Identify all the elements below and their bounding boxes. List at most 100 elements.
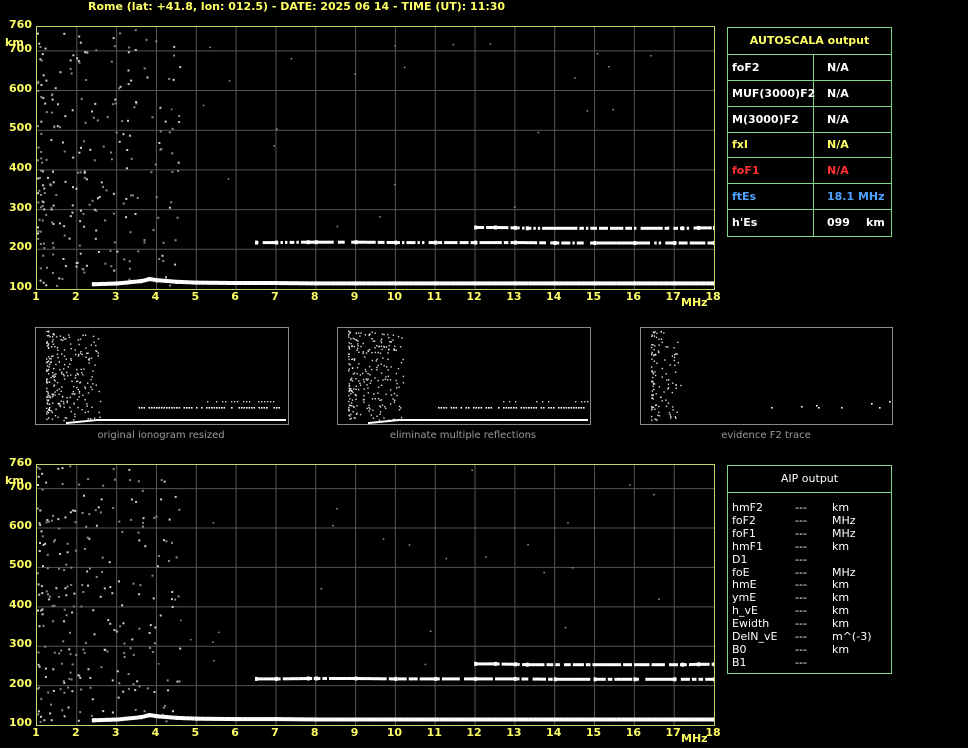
thumb-point [366, 384, 368, 386]
trace-point [191, 716, 195, 721]
x-tick-label: 14 [546, 726, 562, 739]
thumb-trace [273, 401, 275, 403]
thumb-point [55, 363, 57, 366]
noise-point [39, 242, 42, 245]
noise-point [571, 567, 574, 569]
thumb-trace [170, 419, 172, 421]
trace-point [517, 241, 520, 245]
trace-point [669, 241, 673, 245]
trace-point [253, 717, 257, 722]
trace-point [691, 281, 695, 286]
noise-point [57, 518, 60, 521]
noise-point [80, 97, 83, 100]
trace-point [306, 281, 310, 286]
thumb-trace [156, 407, 158, 409]
trace-point [689, 281, 693, 286]
thumb-point [377, 392, 379, 394]
trace-point [647, 677, 650, 681]
noise-point [71, 611, 74, 614]
trace-point [641, 717, 644, 722]
thumb-trace [370, 421, 372, 424]
trace-point [702, 662, 705, 666]
data-point [525, 226, 529, 231]
thumb-trace [166, 407, 168, 409]
trace-point [289, 717, 292, 722]
thumb-trace [74, 421, 76, 424]
noise-point [608, 66, 610, 68]
trace-point [202, 716, 206, 721]
thumb-trace [100, 419, 102, 421]
data-point [91, 718, 95, 723]
trace-point [665, 241, 668, 245]
thumb-point [652, 373, 655, 375]
trace-point [525, 677, 529, 681]
trace-point [501, 717, 504, 722]
data-point [494, 661, 497, 666]
trace-point [417, 241, 420, 245]
trace-point [640, 226, 643, 230]
data-point [673, 717, 677, 722]
noise-point [137, 480, 140, 483]
trace-point [331, 281, 334, 286]
thumb-trace [408, 419, 410, 421]
thumb-trace [484, 419, 486, 421]
thumb-trace [582, 419, 584, 421]
trace-point [382, 281, 385, 286]
trace-point [384, 677, 387, 681]
thumb-point [66, 371, 68, 374]
y-tick-label: 400 [9, 597, 32, 611]
trace-point [542, 226, 545, 230]
noise-point [50, 139, 53, 142]
noise-point [57, 103, 59, 106]
noise-point [39, 230, 42, 233]
thumb-point [348, 406, 350, 409]
trace-point [638, 717, 642, 722]
data-point [235, 281, 239, 285]
trace-point [581, 226, 584, 230]
noise-point [163, 480, 166, 483]
thumb-point [395, 349, 397, 352]
trace-point [612, 226, 615, 230]
thumb-trace [186, 407, 188, 409]
thumb-point [381, 404, 384, 406]
x-tick-label: 2 [71, 290, 80, 303]
data-point [633, 281, 637, 286]
thumb-trace [458, 419, 460, 421]
thumb-point [360, 345, 362, 348]
thumb-point [652, 344, 654, 346]
thumb-trace [254, 419, 256, 421]
trace-point [280, 241, 283, 244]
aip-row-b1: B1 --- [732, 656, 892, 669]
thumb-point [98, 411, 100, 414]
noise-point [82, 648, 85, 651]
trace-point [623, 717, 626, 722]
noise-point [178, 115, 181, 117]
thumb-trace [466, 419, 468, 421]
thumb-trace [580, 407, 583, 409]
trace-point [262, 281, 266, 285]
noise-point [157, 216, 160, 219]
noise-point [100, 181, 103, 184]
trace-point [689, 241, 693, 245]
noise-point [273, 145, 275, 147]
thumb-trace [445, 407, 448, 409]
trace-point [499, 226, 502, 230]
trace-point [616, 226, 619, 230]
thumb-trace [266, 419, 268, 421]
noise-point [145, 38, 148, 41]
trace-point [108, 281, 111, 286]
thumb-trace [566, 419, 568, 421]
trace-point [298, 281, 301, 286]
trace-point [623, 663, 626, 667]
trace-point [561, 226, 565, 230]
trace-point [647, 663, 650, 667]
noise-point [60, 649, 63, 652]
autoscala-row-muf-3000-f2: MUF(3000)F2 N/A [728, 81, 891, 107]
thumb-point [56, 353, 59, 355]
thumb-point [656, 362, 658, 364]
thumb-point [366, 407, 368, 410]
trace-point [565, 717, 569, 722]
trace-point [559, 226, 562, 230]
thumb-point [655, 336, 658, 339]
trace-point [629, 226, 632, 230]
